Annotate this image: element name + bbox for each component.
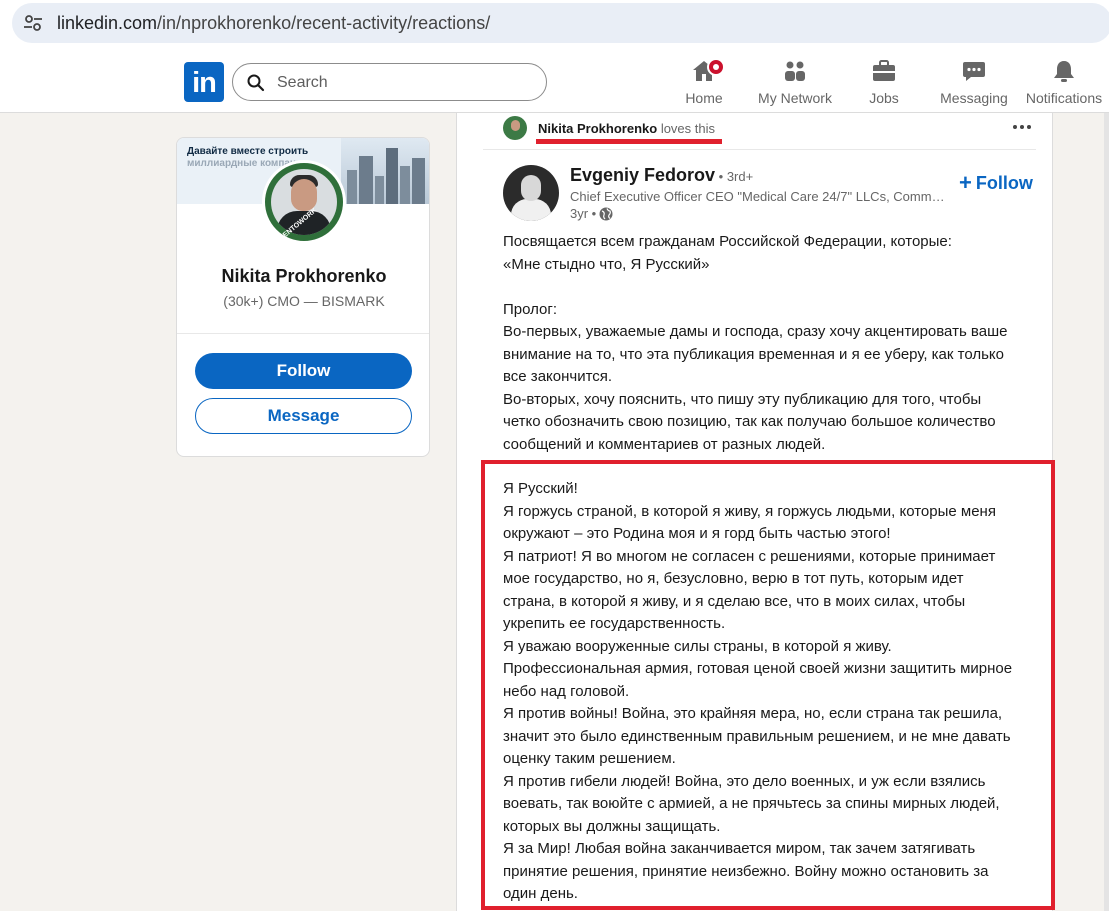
globe-icon <box>599 207 613 221</box>
top-navigation: in Home My Network Jobs <box>0 52 1109 113</box>
post-text-line: четко обозначить свою позицию, так как п… <box>503 413 996 430</box>
follow-author-button[interactable]: + Follow <box>959 170 1033 196</box>
author-avatar[interactable] <box>503 165 559 221</box>
author-name[interactable]: Evgeniy Fedorov • 3rd+ <box>570 165 753 186</box>
post-text-line: «Мне стыдно что, Я Русский» <box>503 255 710 273</box>
nav-messaging-label: Messaging <box>940 90 1008 106</box>
post-time-text: 3yr • <box>570 206 597 221</box>
search-input[interactable] <box>277 71 527 95</box>
message-button[interactable]: Message <box>195 398 412 434</box>
nav-notifications-label: Notifications <box>1025 90 1103 106</box>
profile-name[interactable]: Nikita Prokhorenko <box>177 266 429 287</box>
reactor-name[interactable]: Nikita Prokhorenko <box>538 121 657 136</box>
connection-degree: • 3rd+ <box>715 169 754 184</box>
browser-toolbar: linkedin.com/in/nprokhorenko/recent-acti… <box>0 0 1109 52</box>
briefcase-icon <box>873 60 895 81</box>
highlight-box <box>481 460 1055 910</box>
profile-headline: (30k+) CMO — BISMARK <box>223 293 385 309</box>
profile-card: Давайте вместе строить миллиардные компа… <box>176 137 430 457</box>
post-text-line: сообщений и комментариев от разных людей… <box>503 435 826 453</box>
follow-author-label: Follow <box>975 173 1033 193</box>
post-text-line: Во-вторых, хочу пояснить, что пишу эту п… <box>503 390 982 408</box>
reaction-header: Nikita Prokhorenko loves this <box>538 121 715 136</box>
reactor-avatar[interactable] <box>503 116 527 140</box>
divider <box>177 333 429 334</box>
tune-icon[interactable] <box>22 12 44 34</box>
more-options-icon[interactable] <box>1011 123 1033 131</box>
highlight-underline <box>536 139 722 144</box>
post-text-line: внимание на то, что эта публикация време… <box>503 345 1004 363</box>
url-text[interactable]: linkedin.com/in/nprokhorenko/recent-acti… <box>57 13 490 34</box>
city-skyline <box>341 138 429 204</box>
cover-line-1: Давайте вместе строить <box>187 146 309 157</box>
messaging-icon <box>963 62 985 81</box>
nav-my-network[interactable]: My Network <box>755 58 835 110</box>
post-text-line: все закончится. <box>503 368 613 385</box>
nav-jobs[interactable]: Jobs <box>859 58 909 110</box>
search-icon <box>247 74 265 92</box>
author-name-text: Evgeniy Fedorov <box>570 165 716 185</box>
nav-home[interactable]: Home <box>679 58 729 110</box>
url-path: /in/nprokhorenko/recent-activity/reactio… <box>157 13 491 33</box>
network-icon <box>785 61 805 81</box>
nav-home-label: Home <box>685 90 723 106</box>
post-text-line: Посвящается всем гражданам Российской Фе… <box>503 233 952 250</box>
follow-button[interactable]: Follow <box>195 353 412 389</box>
page-scrollbar[interactable] <box>1104 113 1109 911</box>
linkedin-logo[interactable]: in <box>184 62 224 102</box>
search-box[interactable] <box>232 63 547 101</box>
divider <box>483 149 1036 150</box>
bell-icon <box>1054 61 1074 82</box>
post-intro-text: Посвящается всем гражданам Российской Фе… <box>503 231 1043 456</box>
author-title: Chief Executive Officer CEO "Medical Car… <box>570 189 950 204</box>
avatar-photo <box>271 169 337 235</box>
plus-icon: + <box>959 170 972 195</box>
post-text-line: Во-первых, уважаемые дамы и господа, сра… <box>503 323 1008 340</box>
nav-jobs-label: Jobs <box>869 90 899 106</box>
url-host: linkedin.com <box>57 13 158 33</box>
address-bar[interactable]: linkedin.com/in/nprokhorenko/recent-acti… <box>12 3 1109 43</box>
post-time: 3yr • <box>570 206 613 221</box>
notification-badge <box>707 58 725 76</box>
reaction-action: loves this <box>657 121 716 136</box>
avatar[interactable]: #OPENTOWORK <box>262 160 346 244</box>
nav-notifications[interactable]: Notifications <box>1024 58 1104 110</box>
nav-messaging[interactable]: Messaging <box>938 58 1010 110</box>
nav-my-network-label: My Network <box>758 90 832 106</box>
post-text-line <box>503 276 1043 299</box>
post-text-line: Пролог: <box>503 300 558 318</box>
